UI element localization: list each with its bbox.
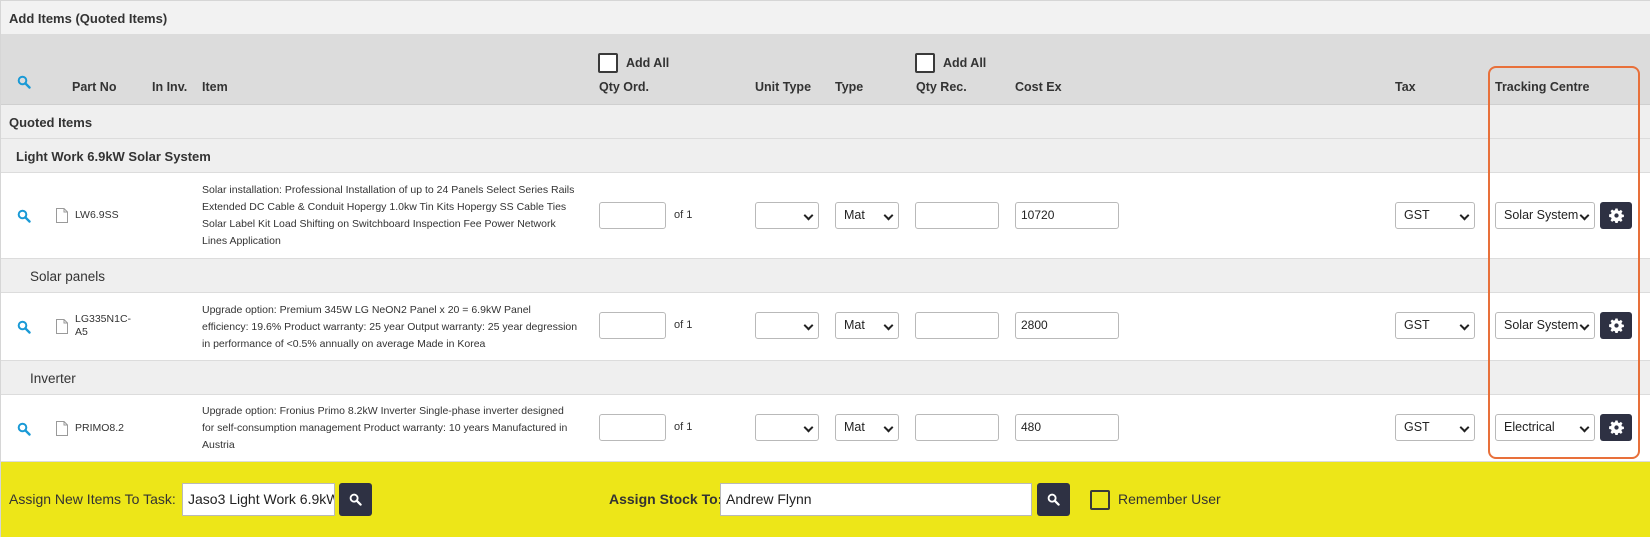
search-icon[interactable] <box>17 422 31 436</box>
part-no: LG335N1C-A5 <box>75 313 132 338</box>
group-title: Inverter <box>30 371 76 386</box>
header-cost-ex[interactable]: Cost Ex <box>1015 80 1062 94</box>
unit-type-select[interactable] <box>755 312 819 339</box>
group-header: Light Work 6.9kW Solar System <box>1 139 1650 173</box>
assign-stock-input[interactable]: Andrew Flynn <box>720 483 1032 516</box>
qty-ord-input[interactable] <box>599 414 666 441</box>
chevron-down-icon <box>1459 320 1470 331</box>
unit-type-select[interactable] <box>755 414 819 441</box>
assign-task-label: Assign New Items To Task: <box>9 491 176 507</box>
header-qty-rec[interactable]: Qty Rec. <box>916 80 967 94</box>
table-row: LG335N1C-A5 Upgrade option: Premium 345W… <box>1 293 1650 361</box>
tax-select[interactable]: GST <box>1395 202 1475 229</box>
group-header: Inverter <box>1 361 1650 395</box>
item-description: Upgrade option: Fronius Primo 8.2kW Inve… <box>202 405 568 451</box>
table-row: PRIMO8.2 Upgrade option: Fronius Primo 8… <box>1 395 1650 462</box>
chevron-down-icon <box>803 320 814 331</box>
cost-ex-input[interactable]: 2800 <box>1015 312 1119 339</box>
chevron-down-icon <box>1459 422 1470 433</box>
tax-select[interactable]: GST <box>1395 312 1475 339</box>
remember-user-label: Remember User <box>1118 491 1221 507</box>
search-icon[interactable] <box>17 75 31 89</box>
part-no: PRIMO8.2 <box>75 422 125 434</box>
header-tax[interactable]: Tax <box>1395 80 1416 94</box>
panel-title: Add Items (Quoted Items) <box>9 11 168 26</box>
tracking-centre-highlight <box>1488 66 1640 459</box>
add-all-rec-checkbox[interactable] <box>915 53 935 73</box>
assign-stock-label: Assign Stock To: <box>609 491 723 507</box>
add-all-rec-label: Add All <box>943 56 987 70</box>
add-all-ord-checkbox[interactable] <box>598 53 618 73</box>
search-icon <box>1047 493 1060 506</box>
assign-footer: Assign New Items To Task: Jaso3 Light Wo… <box>1 462 1650 537</box>
type-select[interactable]: Mat <box>835 202 899 229</box>
assign-stock-search-button[interactable] <box>1037 483 1070 516</box>
document-icon[interactable] <box>56 319 68 334</box>
add-items-panel: Add Items (Quoted Items) Part No In Inv.… <box>0 0 1650 537</box>
document-icon[interactable] <box>56 208 68 223</box>
search-icon <box>349 493 362 506</box>
qty-rec-input[interactable] <box>915 414 999 441</box>
unit-type-select[interactable] <box>755 202 819 229</box>
type-select[interactable]: Mat <box>835 414 899 441</box>
search-icon[interactable] <box>17 209 31 223</box>
header-part-no[interactable]: Part No <box>72 80 116 94</box>
cost-ex-input[interactable]: 480 <box>1015 414 1119 441</box>
chevron-down-icon <box>883 320 894 331</box>
type-select[interactable]: Mat <box>835 312 899 339</box>
chevron-down-icon <box>803 210 814 221</box>
qty-ord-input[interactable] <box>599 202 666 229</box>
tax-select[interactable]: GST <box>1395 414 1475 441</box>
qty-rec-input[interactable] <box>915 202 999 229</box>
qty-ord-input[interactable] <box>599 312 666 339</box>
header-in-inv[interactable]: In Inv. <box>152 80 187 94</box>
search-icon[interactable] <box>17 320 31 334</box>
group-title: Light Work 6.9kW Solar System <box>16 149 211 164</box>
item-description: Upgrade option: Premium 345W LG NeON2 Pa… <box>202 304 578 350</box>
table-row: LW6.9SS Solar installation: Professional… <box>1 173 1650 259</box>
table-header: Part No In Inv. Item Add All Qty Ord. Un… <box>1 35 1650 105</box>
item-description: Solar installation: Professional Install… <box>202 184 575 247</box>
of-label: of 1 <box>674 319 693 331</box>
add-all-ord[interactable]: Add All <box>598 53 669 73</box>
document-icon[interactable] <box>56 421 68 436</box>
chevron-down-icon <box>1459 210 1470 221</box>
panel-title-bar: Add Items (Quoted Items) <box>1 1 1650 35</box>
add-all-rec[interactable]: Add All <box>915 53 986 73</box>
of-label: of 1 <box>674 209 693 221</box>
chevron-down-icon <box>883 422 894 433</box>
header-type[interactable]: Type <box>835 80 863 94</box>
header-unit-type[interactable]: Unit Type <box>755 80 811 94</box>
header-item[interactable]: Item <box>202 80 228 94</box>
chevron-down-icon <box>883 210 894 221</box>
qty-rec-input[interactable] <box>915 312 999 339</box>
part-no: LW6.9SS <box>75 209 119 221</box>
section-title: Quoted Items <box>9 115 93 130</box>
add-all-ord-label: Add All <box>626 56 670 70</box>
header-qty-ord[interactable]: Qty Ord. <box>599 80 649 94</box>
quoted-items-section: Quoted Items <box>1 105 1650 139</box>
remember-user-checkbox[interactable] <box>1090 490 1110 510</box>
chevron-down-icon <box>803 422 814 433</box>
assign-task-input[interactable]: Jaso3 Light Work 6.9kW <box>182 483 335 516</box>
group-title: Solar panels <box>30 269 106 284</box>
assign-task-search-button[interactable] <box>339 483 372 516</box>
cost-ex-input[interactable]: 10720 <box>1015 202 1119 229</box>
of-label: of 1 <box>674 421 693 433</box>
group-header: Solar panels <box>1 259 1650 293</box>
